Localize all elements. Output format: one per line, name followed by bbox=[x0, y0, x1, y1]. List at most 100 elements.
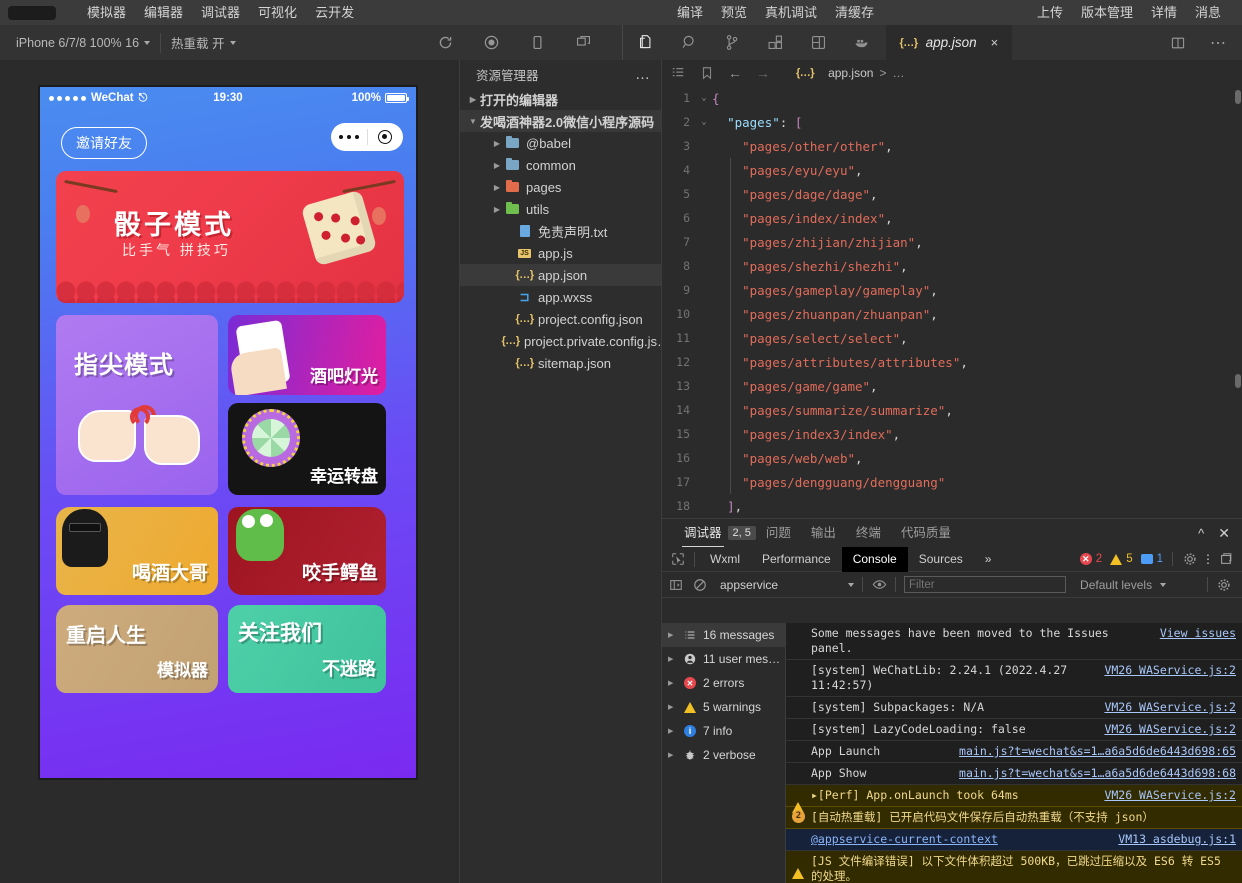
device-selector[interactable]: iPhone 6/7/8 100% 16 bbox=[6, 36, 160, 50]
menu-item-clear-cache[interactable]: 清缓存 bbox=[826, 0, 883, 25]
breadcrumb-file[interactable]: app.json bbox=[828, 66, 873, 80]
breadcrumb-rest[interactable]: … bbox=[892, 66, 904, 80]
tile-fingertip[interactable]: 指尖模式 bbox=[56, 315, 218, 495]
console-sidebar-item[interactable]: ▶2 verbose bbox=[662, 743, 785, 767]
dock-icon[interactable] bbox=[1218, 549, 1234, 569]
hot-reload-selector[interactable]: 热重载 开 bbox=[161, 33, 245, 52]
console-sidebar-item[interactable]: ▶✕2 errors bbox=[662, 671, 785, 695]
panel-divider[interactable] bbox=[661, 60, 662, 883]
file-tree-item[interactable]: JSapp.js bbox=[460, 242, 662, 264]
console-message[interactable]: App Showmain.js?t=wechat&s=1…a6a5d6de644… bbox=[786, 763, 1242, 785]
explorer-section-open-editors[interactable]: ▶ 打开的编辑器 bbox=[460, 88, 662, 110]
console-sidebar-item[interactable]: ▶i7 info bbox=[662, 719, 785, 743]
devtools-tab-console[interactable]: Console bbox=[842, 547, 908, 572]
explorer-icon[interactable] bbox=[637, 33, 657, 53]
file-tree-item[interactable]: ▶common bbox=[460, 154, 662, 176]
menu-item-editor[interactable]: 编辑器 bbox=[135, 0, 192, 25]
clear-console-icon[interactable] bbox=[692, 575, 708, 595]
console-message-source[interactable]: VM13 asdebug.js:1 bbox=[1118, 832, 1236, 847]
refresh-icon[interactable] bbox=[436, 33, 456, 53]
chevron-down-icon[interactable] bbox=[1160, 583, 1166, 587]
bookmark-icon[interactable] bbox=[699, 66, 714, 81]
close-icon[interactable]: × bbox=[991, 35, 999, 50]
menu-item-details[interactable]: 详情 bbox=[1142, 0, 1186, 25]
wechat-capsule-bar[interactable] bbox=[331, 123, 403, 151]
chevron-right-icon[interactable]: ▶ bbox=[668, 679, 677, 687]
panel-tab-problems[interactable]: 问题 bbox=[756, 519, 801, 547]
tile-barlight[interactable]: 酒吧灯光 bbox=[228, 315, 386, 395]
console-message-list[interactable]: Some messages have been moved to the Iss… bbox=[786, 623, 1242, 883]
panel-tab-codequality[interactable]: 代码质量 bbox=[891, 519, 961, 547]
console-message[interactable]: [system] LazyCodeLoading: falseVM26 WASe… bbox=[786, 719, 1242, 741]
menu-item-preview[interactable]: 预览 bbox=[712, 0, 756, 25]
devtools-tab-performance[interactable]: Performance bbox=[751, 547, 842, 572]
file-tree-item[interactable]: ⊐app.wxss bbox=[460, 286, 662, 308]
console-message[interactable]: App Launchmain.js?t=wechat&s=1…a6a5d6de6… bbox=[786, 741, 1242, 763]
panel-tab-debugger[interactable]: 调试器 bbox=[674, 519, 732, 547]
menu-item-clouddev[interactable]: 云开发 bbox=[306, 0, 363, 25]
inspect-element-icon[interactable] bbox=[666, 549, 690, 569]
console-message-source[interactable]: VM26 WAService.js:2 bbox=[1104, 722, 1236, 737]
file-tree-item[interactable]: ▶utils bbox=[460, 198, 662, 220]
console-message[interactable]: @appservice-current-contextVM13 asdebug.… bbox=[786, 829, 1242, 851]
close-target-icon[interactable] bbox=[368, 130, 404, 144]
window-icon[interactable] bbox=[574, 33, 594, 53]
console-message[interactable]: 2[自动热重载] 已开启代码文件保存后自动热重载（不支持 json） bbox=[786, 807, 1242, 829]
back-arrow-icon[interactable]: ← bbox=[728, 65, 742, 81]
outline-icon[interactable] bbox=[670, 66, 685, 81]
tile-crocodile[interactable]: 咬手鳄鱼 bbox=[228, 507, 386, 595]
fold-toggle-icon[interactable]: ⌄ bbox=[696, 93, 712, 103]
tile-follow[interactable]: 关注我们 不迷路 bbox=[228, 605, 386, 693]
menu-item-compile[interactable]: 编译 bbox=[668, 0, 712, 25]
console-message[interactable]: [JS 文件编译错误] 以下文件体积超过 500KB，已跳过压缩以及 ES6 转… bbox=[786, 851, 1242, 883]
source-control-icon[interactable] bbox=[723, 33, 743, 53]
console-message-source[interactable]: VM26 WAService.js:2 bbox=[1104, 700, 1236, 715]
menu-item-messages[interactable]: 消息 bbox=[1186, 0, 1230, 25]
editor-tab-app-json[interactable]: {…} app.json × bbox=[886, 25, 1013, 60]
record-icon[interactable] bbox=[482, 33, 502, 53]
panel-tab-output[interactable]: 输出 bbox=[801, 519, 846, 547]
console-message-source[interactable]: VM26 WAService.js:2 bbox=[1104, 788, 1236, 803]
console-settings-icon[interactable] bbox=[1216, 575, 1232, 595]
extensions-icon[interactable] bbox=[766, 33, 786, 53]
collapse-icon[interactable]: ^ bbox=[1198, 526, 1204, 541]
chevron-right-icon[interactable]: ▶ bbox=[668, 751, 677, 759]
fold-toggle-icon[interactable]: ⌄ bbox=[696, 117, 712, 127]
file-tree-item[interactable]: {…}sitemap.json bbox=[460, 352, 662, 374]
tile-dice-mode[interactable]: 骰子模式 比手气 拼技巧 bbox=[56, 171, 404, 303]
tile-restart[interactable]: 重启人生 模拟器 bbox=[56, 605, 218, 693]
devtools-tab-more[interactable]: » bbox=[974, 547, 1003, 572]
menu-item-simulator[interactable]: 模拟器 bbox=[78, 0, 135, 25]
menu-item-version[interactable]: 版本管理 bbox=[1072, 0, 1142, 25]
devtools-tab-wxml[interactable]: Wxml bbox=[699, 547, 751, 572]
menu-item-real-device[interactable]: 真机调试 bbox=[756, 0, 826, 25]
console-message[interactable]: Some messages have been moved to the Iss… bbox=[786, 623, 1242, 660]
search-icon[interactable] bbox=[680, 33, 700, 53]
console-message-source[interactable]: main.js?t=wechat&s=1…a6a5d6de6443d698:65 bbox=[959, 744, 1236, 759]
device-icon[interactable] bbox=[528, 33, 548, 53]
forward-arrow-icon[interactable]: → bbox=[756, 65, 770, 81]
file-tree-item[interactable]: {…}app.json bbox=[460, 264, 662, 286]
sidebar-toggle-icon[interactable] bbox=[668, 575, 684, 595]
settings-gear-icon[interactable] bbox=[1182, 549, 1198, 569]
more-actions-icon[interactable]: … bbox=[635, 66, 650, 83]
chevron-down-icon[interactable] bbox=[848, 583, 854, 587]
file-tree-item[interactable]: ▶pages bbox=[460, 176, 662, 198]
console-filter-input[interactable] bbox=[904, 576, 1066, 593]
view-issues-link[interactable]: View issues bbox=[1160, 626, 1236, 656]
file-tree-item[interactable]: {…}project.private.config.js… bbox=[460, 330, 662, 352]
editor-scrollbar[interactable] bbox=[1233, 86, 1242, 518]
phone-preview[interactable]: WeChat ⎋ 19:30 100% 邀请好友 骰子模式 比手气 拼技巧 bbox=[38, 85, 418, 780]
more-vertical-icon[interactable]: ⋮ bbox=[1202, 552, 1214, 566]
console-message[interactable]: ▸[Perf] App.onLaunch took 64msVM26 WASer… bbox=[786, 785, 1242, 807]
eye-icon[interactable] bbox=[871, 575, 887, 595]
tile-drinkboss[interactable]: 喝酒大哥 bbox=[56, 507, 218, 595]
file-tree-item[interactable]: 免责声明.txt bbox=[460, 220, 662, 242]
code-area[interactable]: 1⌄{2⌄ "pages": [3 "pages/other/other",4 … bbox=[662, 86, 1242, 518]
file-tree-item[interactable]: {…}project.config.json bbox=[460, 308, 662, 330]
explorer-section-project[interactable]: ▼ 发喝酒神器2.0微信小程序源码 bbox=[460, 110, 662, 132]
console-message[interactable]: [system] WeChatLib: 2.24.1 (2022.4.27 11… bbox=[786, 660, 1242, 697]
devtools-issue-counts[interactable]: ✕ 2 5 1 ⋮ bbox=[1080, 549, 1242, 569]
console-context-select[interactable]: appservice bbox=[720, 578, 778, 592]
chevron-right-icon[interactable]: ▶ bbox=[668, 727, 677, 735]
